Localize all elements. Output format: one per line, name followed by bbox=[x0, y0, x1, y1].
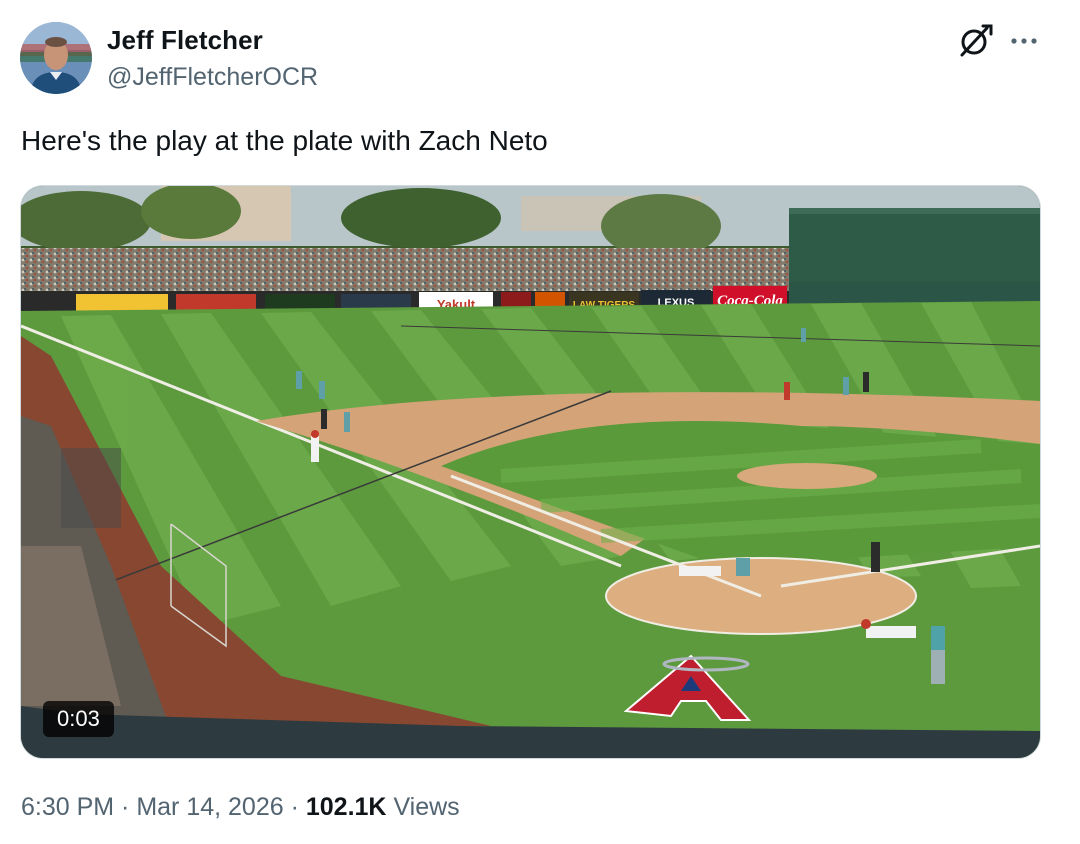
meta-separator: · bbox=[283, 793, 306, 821]
author-avatar[interactable] bbox=[20, 22, 92, 94]
author-handle[interactable]: @JeffFletcherOCR bbox=[107, 61, 318, 93]
views-count: 102.1K bbox=[305, 793, 387, 821]
tweet-date[interactable]: Mar 14, 2026 bbox=[136, 793, 283, 821]
grok-icon[interactable] bbox=[956, 22, 994, 60]
video-player[interactable]: Yakult LAW TIGERS LEXUS Coca-Cola bbox=[21, 186, 1040, 758]
views-label: Views bbox=[386, 793, 460, 821]
video-frame-baseball-field: Yakult LAW TIGERS LEXUS Coca-Cola bbox=[21, 186, 1040, 758]
tweet-text: Here's the play at the plate with Zach N… bbox=[21, 125, 548, 156]
more-horizontal-icon[interactable] bbox=[1006, 22, 1042, 60]
author-display-name[interactable]: Jeff Fletcher bbox=[107, 24, 263, 56]
tweet-meta: 6:30 PM · Mar 14, 2026 · 102.1K Views bbox=[21, 790, 460, 824]
tweet-time[interactable]: 6:30 PM bbox=[21, 793, 114, 821]
video-duration-badge: 0:03 bbox=[43, 701, 114, 737]
meta-separator: · bbox=[114, 793, 137, 821]
